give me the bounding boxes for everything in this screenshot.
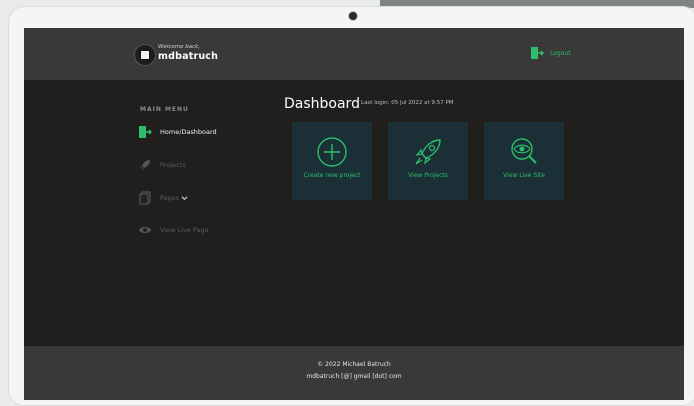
pages-icon (139, 191, 151, 205)
card-label: View Live Site (503, 172, 545, 179)
username-label: mdbatruch (158, 51, 219, 62)
eye-search-icon (511, 138, 537, 164)
rocket-icon (415, 139, 441, 165)
card-label: View Projects (408, 172, 448, 179)
logout-button[interactable]: Logout (530, 46, 571, 60)
last-login-text: Last login: 05 Jul 2022 at 9:57 PM (361, 100, 454, 106)
sidebar-item-view-live-page[interactable]: View Live Page (138, 223, 209, 237)
rocket-icon (140, 160, 150, 170)
footer-email: mdbatruch [@] gmail [dot] com (306, 373, 402, 380)
footer-copyright: © 2022 Michael Batruch (317, 361, 391, 368)
camera-dot (349, 12, 357, 20)
eye-icon (139, 227, 151, 233)
sidebar-item-projects[interactable]: Projects (138, 158, 186, 172)
view-live-site-card[interactable]: View Live Site (484, 122, 564, 200)
door-icon (139, 126, 152, 138)
sidebar-item-pages[interactable]: Pages (138, 191, 188, 205)
logout-label: Logout (550, 49, 571, 57)
card-label: Create new project (303, 172, 361, 179)
sidebar-item-label: Projects (160, 161, 186, 169)
page-title: Dashboard (284, 96, 360, 112)
sidebar-item-label: Home/Dashboard (160, 128, 217, 136)
welcome-text: Welcome back, (158, 44, 201, 50)
sidebar-item-label: View Live Page (160, 226, 209, 234)
create-new-project-card[interactable]: Create new project (292, 122, 372, 200)
app-screen: Welcome back, mdbatruch Logout MAIN MENU… (24, 28, 684, 400)
sidebar-item-dashboard[interactable]: Home/Dashboard (138, 125, 217, 139)
sidebar-heading: MAIN MENU (140, 106, 189, 113)
top-bar: Welcome back, mdbatruch Logout (24, 28, 684, 80)
view-projects-card[interactable]: View Projects (388, 122, 468, 200)
footer: © 2022 Michael Batruch mdbatruch [@] gma… (24, 346, 684, 400)
logout-door-icon (531, 47, 544, 59)
sidebar-item-label: Pages (160, 194, 180, 202)
chevron-down-icon (181, 195, 188, 200)
brand-logo-icon (134, 44, 156, 66)
plus-circle-icon (317, 137, 347, 167)
